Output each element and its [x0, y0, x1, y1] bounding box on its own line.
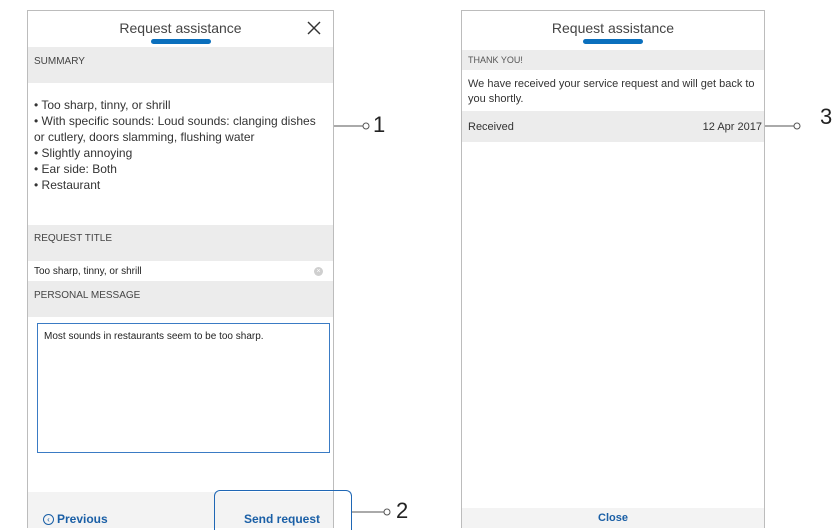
- callout-3: 3: [820, 104, 833, 129]
- callout-1: 1: [373, 112, 386, 137]
- callout-2: 2: [396, 498, 409, 523]
- callout-lines: [334, 122, 801, 516]
